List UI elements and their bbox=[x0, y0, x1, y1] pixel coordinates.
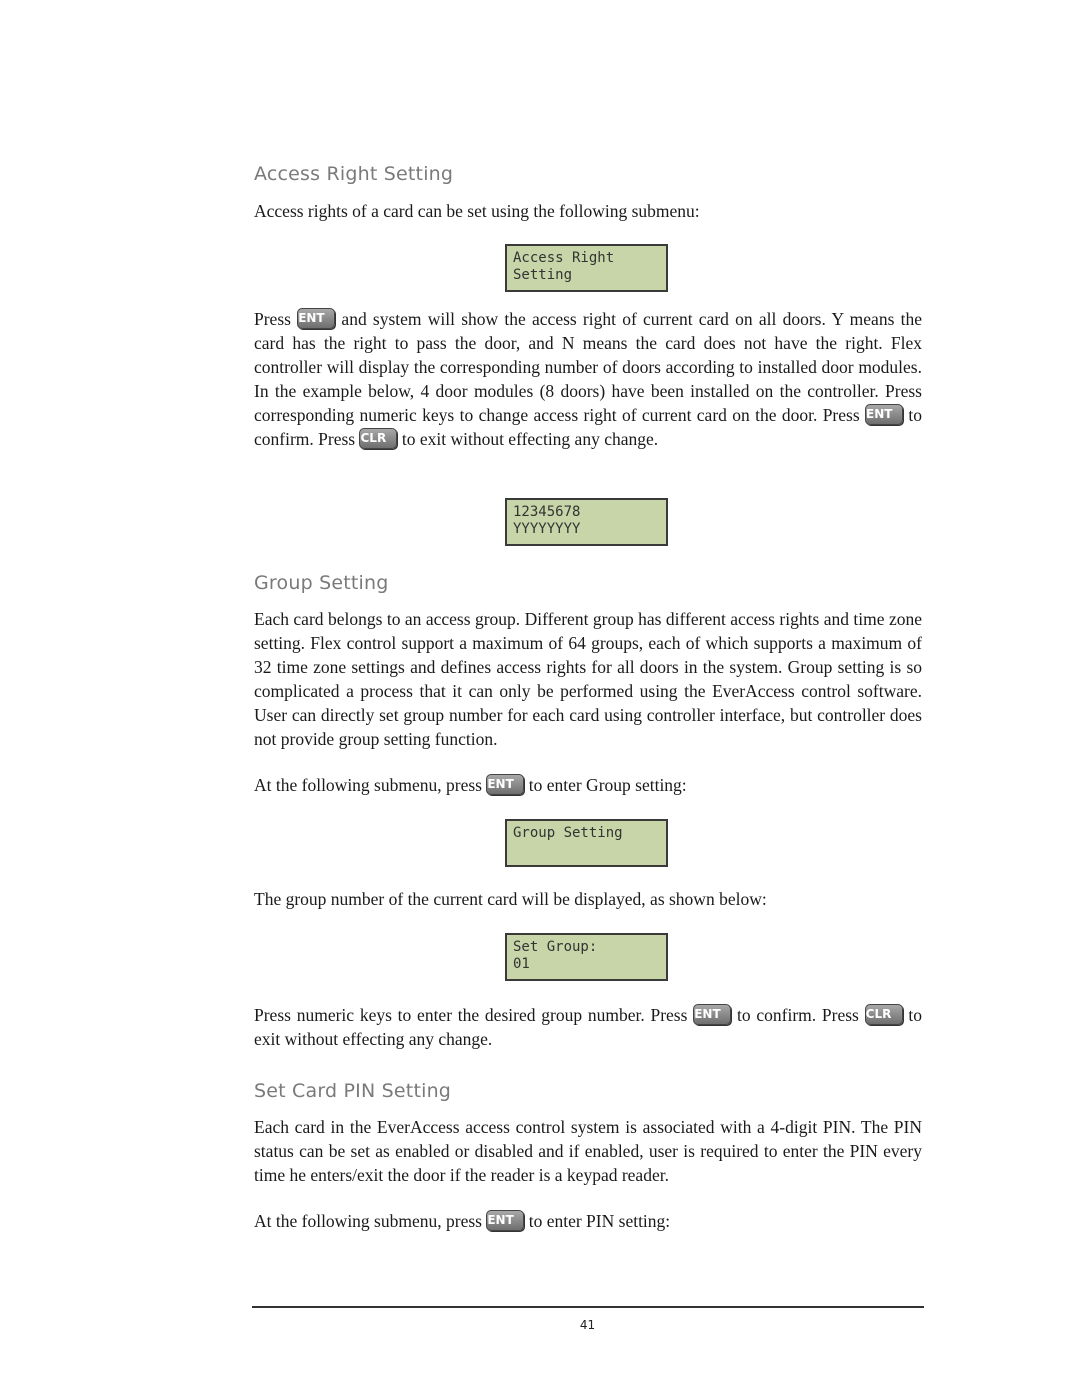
heading-group-setting: Group Setting bbox=[254, 572, 389, 594]
heading-access-right: Access Right Setting bbox=[254, 163, 454, 185]
paragraph: Press ENT and system will show the acces… bbox=[254, 308, 922, 449]
footer-rule bbox=[252, 1306, 924, 1308]
paragraph: At the following submenu, press ENT to e… bbox=[254, 1210, 671, 1231]
paragraph: The group number of the current card wil… bbox=[254, 889, 767, 909]
ent-key-icon: ENT bbox=[297, 308, 336, 329]
ent-key-icon: ENT bbox=[693, 1004, 732, 1025]
clr-key-icon: CLR bbox=[864, 1004, 903, 1025]
paragraph: Access rights of a card can be set using… bbox=[254, 201, 700, 221]
page-number: 41 bbox=[579, 1318, 596, 1332]
paragraph: At the following submenu, press ENT to e… bbox=[254, 774, 687, 795]
lcd-display: Set Group: 01 bbox=[505, 933, 668, 981]
paragraph: Press numeric keys to enter the desired … bbox=[254, 1004, 923, 1049]
clr-key-icon: CLR bbox=[359, 428, 398, 449]
lcd-display: Group Setting bbox=[505, 819, 668, 867]
lcd-display: 12345678 YYYYYYYY bbox=[505, 498, 668, 546]
ent-key-icon: ENT bbox=[486, 1210, 525, 1231]
paragraph: Each card belongs to an access group. Di… bbox=[254, 609, 922, 749]
ent-key-icon: ENT bbox=[486, 774, 525, 795]
lcd-display: Access Right Setting bbox=[505, 244, 668, 292]
ent-key-icon: ENT bbox=[865, 404, 904, 425]
paragraph: Each card in the EverAccess access contr… bbox=[254, 1117, 922, 1185]
heading-pin-setting: Set Card PIN Setting bbox=[254, 1080, 452, 1102]
